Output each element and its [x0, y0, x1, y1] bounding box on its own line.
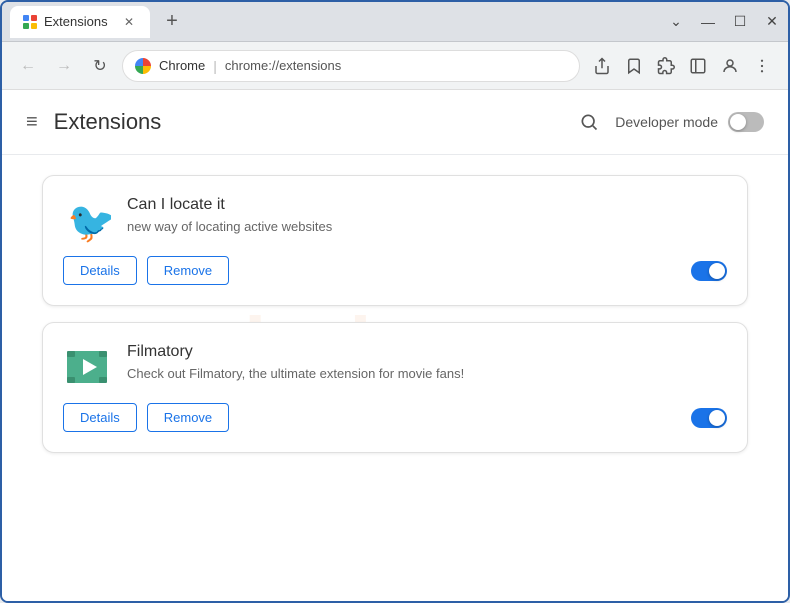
can-locate-info: Can I locate it new way of locating acti…: [127, 196, 727, 236]
tab-icon: [22, 14, 38, 30]
address-path: chrome://extensions: [225, 58, 341, 73]
filmatory-icon: [63, 343, 111, 391]
svg-text:🐦: 🐦: [67, 201, 111, 244]
developer-mode-container: Developer mode: [573, 106, 764, 138]
new-tab-button[interactable]: +: [158, 8, 186, 36]
close-button[interactable]: ✕: [764, 14, 780, 30]
menu-button[interactable]: [748, 52, 776, 80]
tab-close-button[interactable]: ✕: [120, 13, 138, 31]
filmatory-info: Filmatory Check out Filmatory, the ultim…: [127, 343, 727, 383]
filmatory-toggle[interactable]: [691, 408, 727, 428]
active-tab[interactable]: Extensions ✕: [10, 6, 150, 38]
filmatory-remove-button[interactable]: Remove: [147, 403, 229, 432]
can-locate-actions: Details Remove: [63, 256, 727, 285]
reload-button[interactable]: ↻: [86, 52, 114, 80]
extensions-header: ≡ Extensions Developer mode: [2, 90, 788, 155]
can-locate-details-button[interactable]: Details: [63, 256, 137, 285]
search-button[interactable]: [573, 106, 605, 138]
chevron-down-icon[interactable]: ⌄: [668, 14, 684, 30]
filmatory-desc: Check out Filmatory, the ultimate extens…: [127, 365, 727, 383]
filmatory-name: Filmatory: [127, 343, 727, 361]
address-bar[interactable]: Chrome | chrome://extensions: [122, 50, 580, 82]
share-button[interactable]: [588, 52, 616, 80]
address-separator: |: [213, 58, 217, 74]
can-locate-icon: 🐦: [63, 196, 111, 244]
can-locate-name: Can I locate it: [127, 196, 727, 214]
minimize-button[interactable]: —: [700, 14, 716, 30]
title-bar: Extensions ✕ + ⌄ — ☐ ✕: [2, 2, 788, 42]
developer-mode-label: Developer mode: [615, 114, 718, 130]
browser-window: Extensions ✕ + ⌄ — ☐ ✕ ← → ↻ Chrome | ch…: [0, 0, 790, 603]
window-controls: ⌄ — ☐ ✕: [668, 14, 780, 30]
maximize-button[interactable]: ☐: [732, 14, 748, 30]
back-button[interactable]: ←: [14, 52, 42, 80]
bookmark-button[interactable]: [620, 52, 648, 80]
ext-card-top-filmatory: Filmatory Check out Filmatory, the ultim…: [63, 343, 727, 391]
extension-card-can-locate: 🐦 Can I locate it new way of locating ac…: [42, 175, 748, 306]
nav-actions: [588, 52, 776, 80]
navigation-bar: ← → ↻ Chrome | chrome://extensions: [2, 42, 788, 90]
sidebar-button[interactable]: [684, 52, 712, 80]
page-title: Extensions: [54, 109, 574, 135]
ext-card-top: 🐦 Can I locate it new way of locating ac…: [63, 196, 727, 244]
extensions-list: 🐦 Can I locate it new way of locating ac…: [2, 155, 788, 473]
extension-card-filmatory: Filmatory Check out Filmatory, the ultim…: [42, 322, 748, 453]
tab-title: Extensions: [44, 14, 114, 29]
extensions-button[interactable]: [652, 52, 680, 80]
site-favicon: [135, 58, 151, 74]
can-locate-toggle[interactable]: [691, 261, 727, 281]
page-content: ≡ Extensions Developer mode riash.com: [2, 90, 788, 601]
developer-mode-toggle[interactable]: [728, 112, 764, 132]
menu-icon[interactable]: ≡: [26, 111, 38, 134]
profile-button[interactable]: [716, 52, 744, 80]
filmatory-details-button[interactable]: Details: [63, 403, 137, 432]
can-locate-desc: new way of locating active websites: [127, 218, 727, 236]
forward-button[interactable]: →: [50, 52, 78, 80]
address-brand: Chrome: [159, 58, 205, 73]
filmatory-actions: Details Remove: [63, 403, 727, 432]
can-locate-remove-button[interactable]: Remove: [147, 256, 229, 285]
